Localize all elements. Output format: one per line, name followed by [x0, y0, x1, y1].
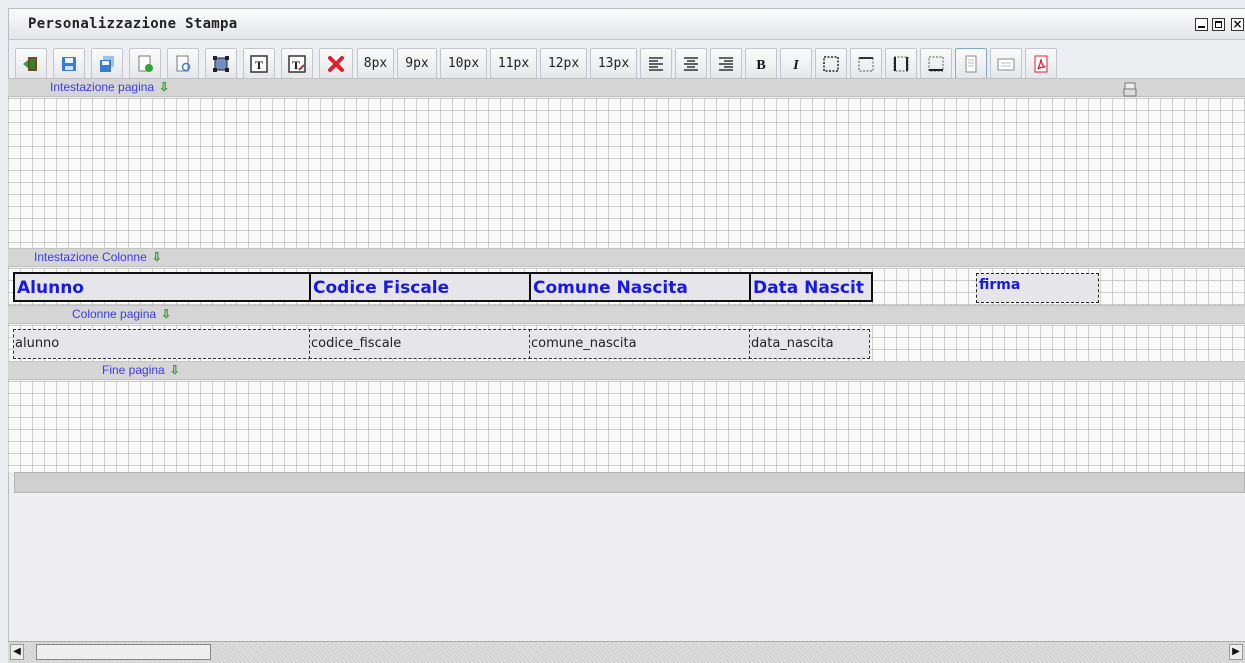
font-size-9-button[interactable]: 9px: [397, 48, 437, 79]
band-title: Colonne pagina: [72, 307, 157, 321]
pdf-icon: [1034, 55, 1048, 72]
band-page-columns[interactable]: Colonne pagina ⇩: [8, 305, 1245, 324]
scroll-right-icon[interactable]: ▶: [1229, 644, 1243, 660]
align-left-icon: [649, 56, 663, 71]
svg-text:B: B: [756, 58, 765, 73]
svg-text:I: I: [792, 58, 799, 73]
save-button[interactable]: [53, 48, 85, 79]
border-all-button[interactable]: [815, 48, 847, 79]
border-bottom-icon: [928, 56, 944, 71]
border-sides-button[interactable]: [885, 48, 917, 79]
band-label: Fine pagina ⇩: [102, 363, 180, 377]
delete-icon: [328, 55, 344, 72]
select-area-icon: [213, 55, 229, 72]
font-size-label: 11px: [497, 56, 530, 71]
border-top-icon: [858, 56, 874, 71]
italic-button[interactable]: I: [780, 48, 812, 79]
save-as-button[interactable]: [91, 48, 123, 79]
arrow-down-icon: ⇩: [159, 80, 170, 94]
band-title: Intestazione Colonne: [34, 250, 147, 264]
horizontal-scrollbar[interactable]: ◀ ▶: [8, 641, 1245, 663]
bold-icon: B: [756, 58, 765, 73]
arrow-down-icon: ⇩: [161, 307, 172, 321]
border-bottom-button[interactable]: [920, 48, 952, 79]
font-size-label: 8px: [363, 56, 388, 71]
column-header-firma[interactable]: firma: [976, 273, 1099, 303]
select-area-button[interactable]: [205, 48, 237, 79]
new-page-icon: [138, 55, 153, 72]
svg-text:T: T: [255, 58, 263, 72]
portrait-button[interactable]: [955, 48, 987, 79]
align-center-button[interactable]: [675, 48, 707, 79]
column-header-codice-fiscale[interactable]: Codice Fiscale: [309, 272, 531, 302]
landscape-icon: [997, 58, 1015, 70]
delete-button[interactable]: [319, 48, 353, 79]
maximize-button[interactable]: [1212, 18, 1225, 31]
portrait-icon: [965, 55, 977, 72]
font-size-10-button[interactable]: 10px: [440, 48, 487, 79]
column-header-alunno[interactable]: Alunno: [13, 272, 311, 302]
svg-text:T: T: [292, 58, 300, 72]
close-button[interactable]: ×: [1231, 18, 1244, 31]
band-label: Colonne pagina ⇩: [72, 307, 171, 321]
font-size-label: 9px: [405, 56, 429, 71]
field-alunno[interactable]: alunno: [13, 329, 311, 359]
text-edit-button[interactable]: T: [281, 48, 313, 79]
exit-button[interactable]: [15, 48, 47, 79]
align-right-icon: [719, 56, 733, 71]
minimize-button[interactable]: [1195, 18, 1208, 31]
new-page-button[interactable]: [129, 48, 161, 79]
font-size-label: 12px: [547, 56, 580, 71]
border-sides-icon: [893, 56, 909, 71]
band-page-footer[interactable]: Fine pagina ⇩: [8, 361, 1245, 380]
align-right-button[interactable]: [710, 48, 742, 79]
save-icon: [62, 56, 76, 71]
arrow-down-icon: ⇩: [169, 363, 180, 377]
align-left-button[interactable]: [640, 48, 672, 79]
band-title: Fine pagina: [102, 363, 165, 377]
window-title: Personalizzazione Stampa: [28, 16, 238, 32]
align-center-icon: [684, 56, 698, 71]
exit-icon: [23, 56, 37, 71]
font-size-label: 13px: [597, 56, 630, 71]
font-size-11-button[interactable]: 11px: [490, 48, 537, 79]
save-as-icon: [100, 55, 114, 72]
scroll-left-icon[interactable]: ◀: [10, 644, 24, 660]
border-all-icon: [823, 55, 839, 72]
preview-button[interactable]: [167, 48, 199, 79]
band-label: Intestazione pagina ⇩: [50, 80, 169, 94]
export-pdf-button[interactable]: [1025, 48, 1057, 79]
field-codice-fiscale[interactable]: codice_fiscale: [309, 329, 531, 359]
field-data-nascita[interactable]: data_nascita: [749, 329, 870, 359]
page-footer-area[interactable]: [8, 381, 1245, 472]
field-comune-nascita[interactable]: comune_nascita: [529, 329, 751, 359]
page-resize-icon[interactable]: [1123, 82, 1137, 98]
border-top-button[interactable]: [850, 48, 882, 79]
text-field-icon: T: [250, 54, 268, 73]
font-size-label: 10px: [447, 56, 480, 71]
text-edit-icon: T: [288, 54, 306, 73]
bold-button[interactable]: B: [745, 48, 777, 79]
band-label: Intestazione Colonne ⇩: [34, 250, 162, 264]
font-size-8-button[interactable]: 8px: [357, 48, 394, 79]
report-end-bar: [14, 472, 1245, 493]
arrow-down-icon: ⇩: [151, 250, 162, 264]
band-column-header[interactable]: Intestazione Colonne ⇩: [8, 248, 1245, 267]
band-page-header[interactable]: Intestazione pagina ⇩: [8, 78, 1245, 97]
preview-icon: [176, 55, 191, 71]
font-size-13-button[interactable]: 13px: [590, 48, 637, 79]
title-bar: Personalizzazione Stampa ×: [9, 9, 1245, 40]
column-header-comune-nascita[interactable]: Comune Nascita: [529, 272, 751, 302]
page-header-area[interactable]: [8, 98, 1245, 248]
font-size-12-button[interactable]: 12px: [540, 48, 587, 79]
scrollbar-thumb[interactable]: [36, 644, 211, 660]
column-header-data-nascita[interactable]: Data Nascit: [749, 272, 873, 302]
landscape-button[interactable]: [990, 48, 1022, 79]
text-field-button[interactable]: T: [243, 48, 275, 79]
band-title: Intestazione pagina: [50, 80, 155, 94]
italic-icon: I: [792, 58, 799, 73]
